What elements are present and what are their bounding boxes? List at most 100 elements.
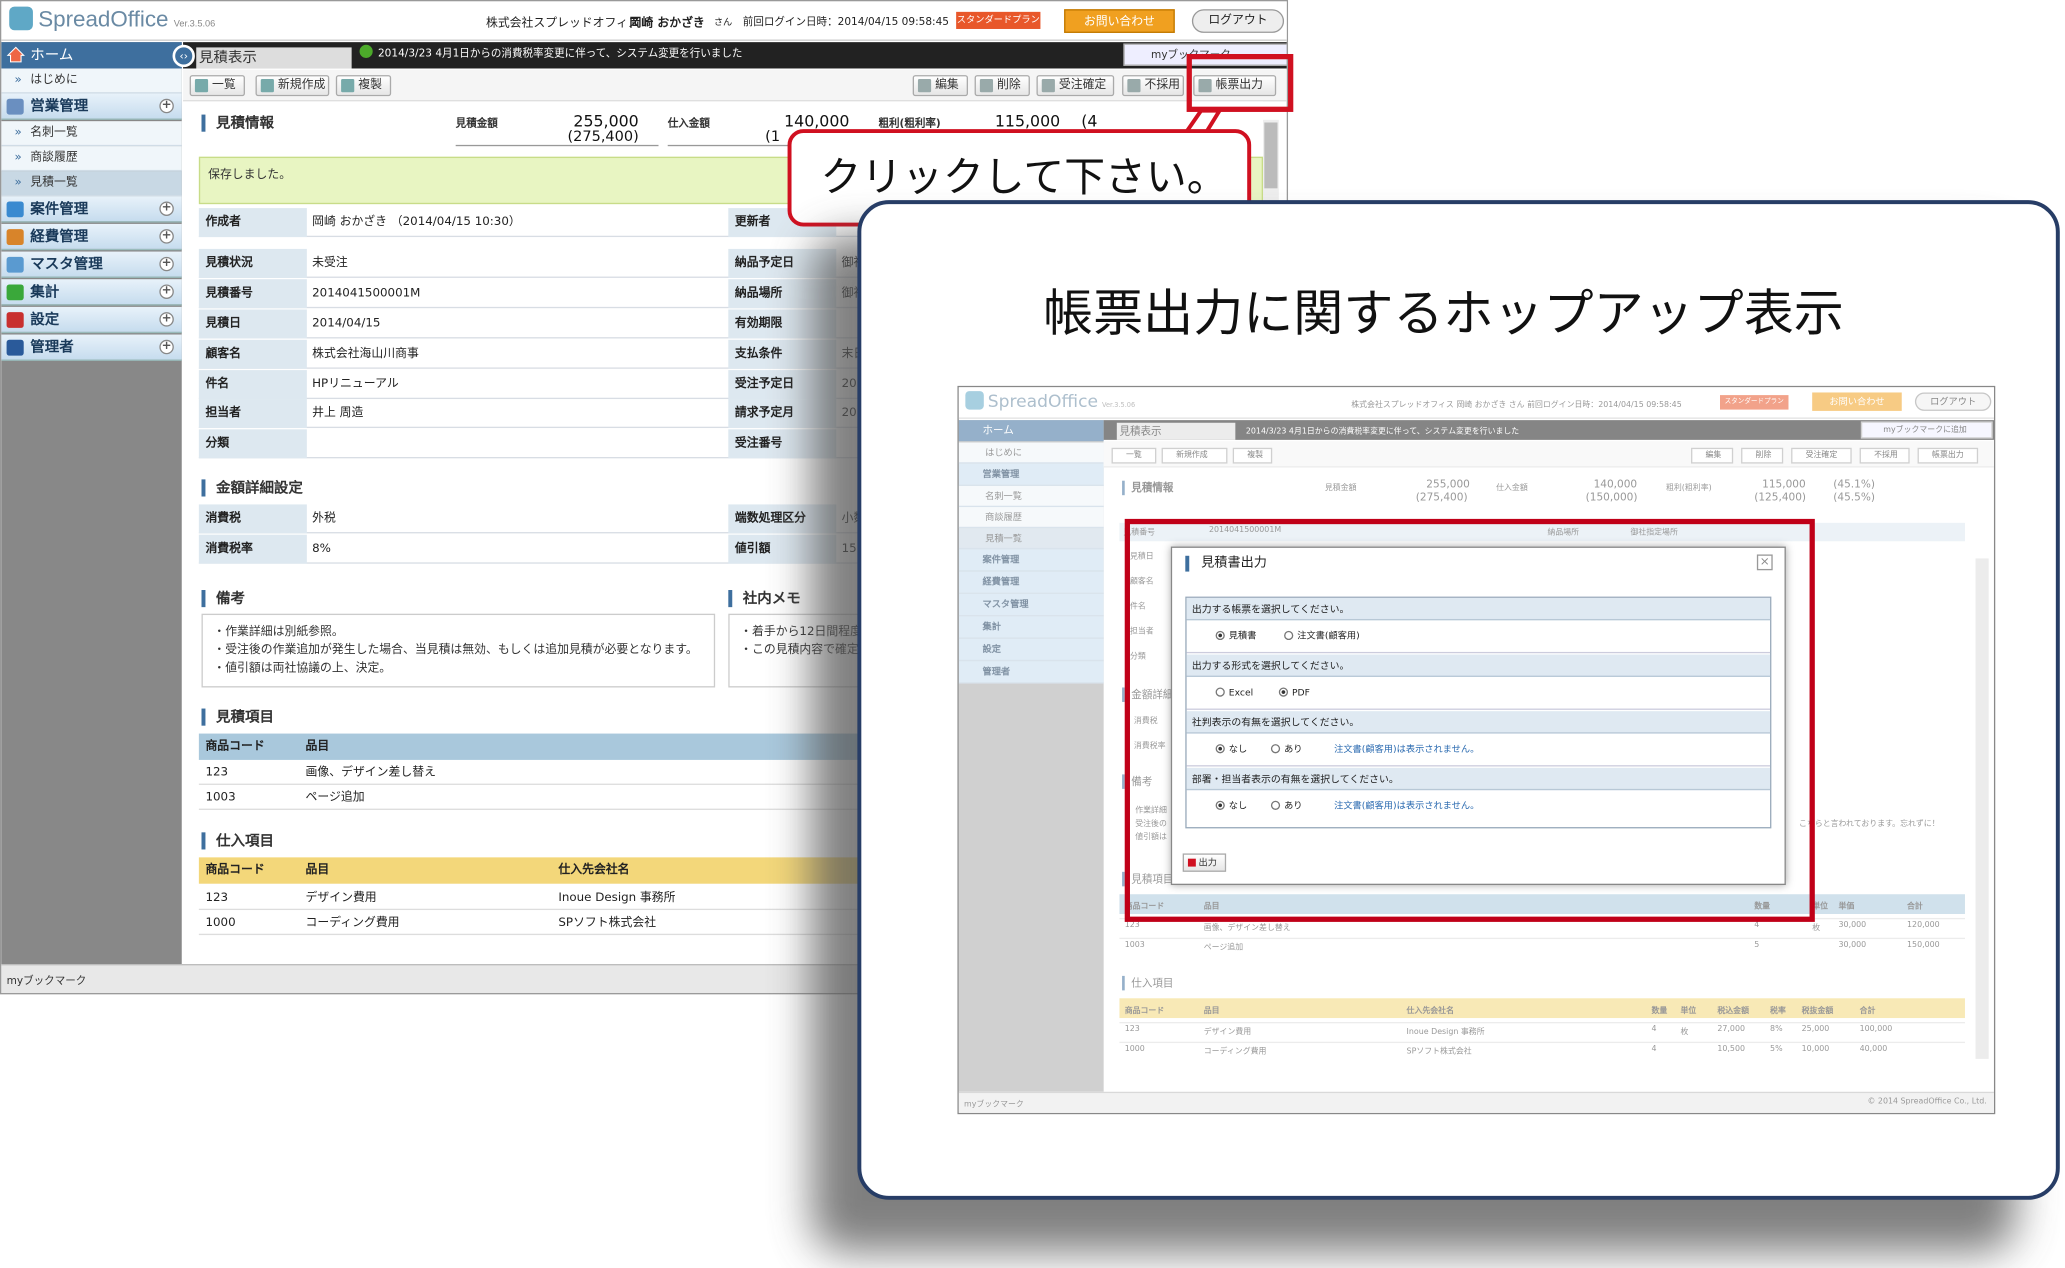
admin-icon <box>6 339 24 356</box>
expand-icon[interactable]: + <box>159 339 174 355</box>
expand-icon[interactable]: + <box>159 312 174 327</box>
seal-note: 注文書(顧客用)は表示されません。 <box>1334 744 1480 755</box>
edit-icon <box>917 79 932 93</box>
logout-button[interactable]: ログアウト <box>1191 9 1285 33</box>
notes-heading: 備考 <box>201 590 245 608</box>
sidebar-item-0[interactable]: はじめに <box>1 68 182 94</box>
brand-name: SpreadOffice <box>38 6 169 32</box>
sidebar-item-7[interactable]: マスタ管理 + <box>1 251 182 278</box>
cell-code: 123 <box>205 766 229 780</box>
sidebar-item-3[interactable]: 商談履歴 <box>1 146 182 172</box>
radio-pdf[interactable]: PDF <box>1278 677 1310 710</box>
footer-label: myブックマーク <box>6 974 87 987</box>
settings-icon <box>6 312 24 328</box>
app-logo[interactable]: SpreadOffice Ver.3.5.06 <box>9 6 216 33</box>
sidebar-home-label: ホーム <box>30 46 74 64</box>
sidebar-item-6[interactable]: 経費管理 + <box>1 223 182 251</box>
detail-label: 作成者 <box>198 208 307 238</box>
question-seal: 社判表示の有無を選択してください。 <box>1186 711 1771 734</box>
amount-heading: 金額詳細設定 <box>201 479 303 497</box>
radio-excel[interactable]: Excel <box>1215 677 1254 710</box>
cell-name: デザイン費用 <box>305 891 377 905</box>
expand-icon[interactable]: + <box>159 229 174 244</box>
profit-rate: (4 <box>1081 111 1098 131</box>
cell-vendor: SPソフト株式会社 <box>558 916 657 930</box>
radio-seal-none[interactable]: なし <box>1215 734 1247 767</box>
last-login: 前回ログイン日時：2014/04/15 09:58:45 <box>742 15 950 28</box>
radio-staff-yes[interactable]: あり <box>1270 790 1303 823</box>
sidebar-item-5[interactable]: 案件管理 + <box>1 196 182 223</box>
detail-label: 分類 <box>198 429 307 459</box>
answer-staff: なし あり 注文書(顧客用)は表示されません。 <box>1187 790 1770 823</box>
master-icon <box>6 256 24 273</box>
notes-line: ・値引額は両社協議の上、決定。 <box>213 662 392 676</box>
system-notice[interactable]: 2014/3/23 4月1日からの消費税率変更に伴って、システム変更を行いました <box>359 44 742 61</box>
notice-icon <box>359 44 373 58</box>
sidebar-item-label: 管理者 <box>30 338 74 356</box>
reject-icon <box>1127 79 1141 93</box>
radio-checked-icon <box>1215 630 1225 641</box>
answer-seal: なし あり 注文書(顧客用)は表示されません。 <box>1186 734 1771 767</box>
detail-value: 2014/04/15 <box>312 317 381 331</box>
expand-icon[interactable]: + <box>159 98 174 114</box>
radio-staff-yes-label: あり <box>1284 800 1303 812</box>
expand-icon[interactable]: + <box>159 284 174 299</box>
sidebar-item-4[interactable]: 見積一覧 <box>1 171 182 197</box>
sidebar-item-2[interactable]: 名刺一覧 <box>1 121 182 147</box>
summary-underline <box>455 144 659 147</box>
user-name: 岡崎 おかざき <box>629 17 705 31</box>
radio-order[interactable]: 注文書(顧客用) <box>1284 620 1360 653</box>
sidebar-home[interactable]: ホーム <box>1 42 182 69</box>
toolbar-button-2[interactable]: 複製 <box>335 75 392 97</box>
highlight-frame <box>1186 53 1294 112</box>
radio-estimate[interactable]: 見積書 <box>1215 620 1256 653</box>
expense-icon <box>6 229 24 245</box>
profit-value: 115,000 <box>994 111 1061 131</box>
sidebar-item-label: 集計 <box>30 283 60 301</box>
answer-format: Excel PDF <box>1186 677 1771 710</box>
detail-value: 岡崎 おかざき （2014/04/15 10:30） <box>312 215 521 230</box>
cell-vendor: Inoue Design 事務所 <box>558 891 676 905</box>
contact-button[interactable]: お問い合わせ <box>1064 9 1175 33</box>
radio-checked-icon <box>1278 687 1289 697</box>
toolbar-button-0[interactable]: 一覧 <box>189 75 245 97</box>
toolbar-button-label: 削除 <box>996 79 1021 93</box>
staff-note: 注文書(顧客用)は表示されません。 <box>1334 800 1480 812</box>
radio-staff-none[interactable]: なし <box>1215 790 1247 823</box>
cell-name: ページ追加 <box>305 791 365 805</box>
notes-line: ・作業詳細は別紙参照。 <box>213 625 344 639</box>
summary-heading: 見積情報 <box>201 114 274 132</box>
question-staff: 部署・担当者表示の有無を選択してください。 <box>1186 767 1771 791</box>
detail-value: HPリニューアル <box>312 377 399 392</box>
toolbar-button-label: 新規作成 <box>277 79 326 93</box>
sidebar-item-1[interactable]: 営業管理 + <box>1 93 182 120</box>
toolbar-button-confirm[interactable]: 受注確定 <box>1036 75 1115 97</box>
collapse-sidebar-icon[interactable]: ‹› <box>172 44 195 68</box>
toolbar-button-label: 受注確定 <box>1058 79 1107 93</box>
sidebar-item-8[interactable]: 集計 + <box>1 279 182 306</box>
radio-unchecked-icon <box>1270 800 1281 810</box>
radio-excel-label: Excel <box>1228 687 1254 699</box>
sidebar-item-9[interactable]: 設定 + <box>1 306 182 334</box>
answer-document: 見積書 注文書(顧客用) <box>1186 620 1771 654</box>
toolbar-button-1[interactable]: 新規作成 <box>255 75 330 97</box>
amount-label: 消費税 <box>198 504 307 534</box>
expand-icon[interactable]: + <box>159 256 174 272</box>
estimate-amount-taxed: (275,400) <box>567 127 639 145</box>
detail-label: 顧客名 <box>198 339 307 369</box>
dialog-close-icon[interactable]: × <box>1756 554 1773 571</box>
sidebar-item-10[interactable]: 管理者 + <box>1 334 182 361</box>
add-icon <box>260 79 274 93</box>
toolbar-button-delete[interactable]: 削除 <box>974 75 1030 97</box>
version-label: Ver.3.5.06 <box>173 19 216 29</box>
radio-checked-icon <box>1215 800 1225 810</box>
delete-icon <box>979 79 994 93</box>
expand-icon[interactable]: + <box>159 201 174 216</box>
chart-icon <box>6 284 24 301</box>
toolbar-button-reject[interactable]: 不採用 <box>1122 75 1184 97</box>
copy-icon <box>341 79 355 93</box>
col-vendor: 仕入先会社名 <box>558 863 630 878</box>
radio-seal-yes[interactable]: あり <box>1270 734 1303 767</box>
toolbar-button-edit[interactable]: 編集 <box>912 75 968 97</box>
output-button[interactable]: 出力 <box>1182 853 1227 872</box>
